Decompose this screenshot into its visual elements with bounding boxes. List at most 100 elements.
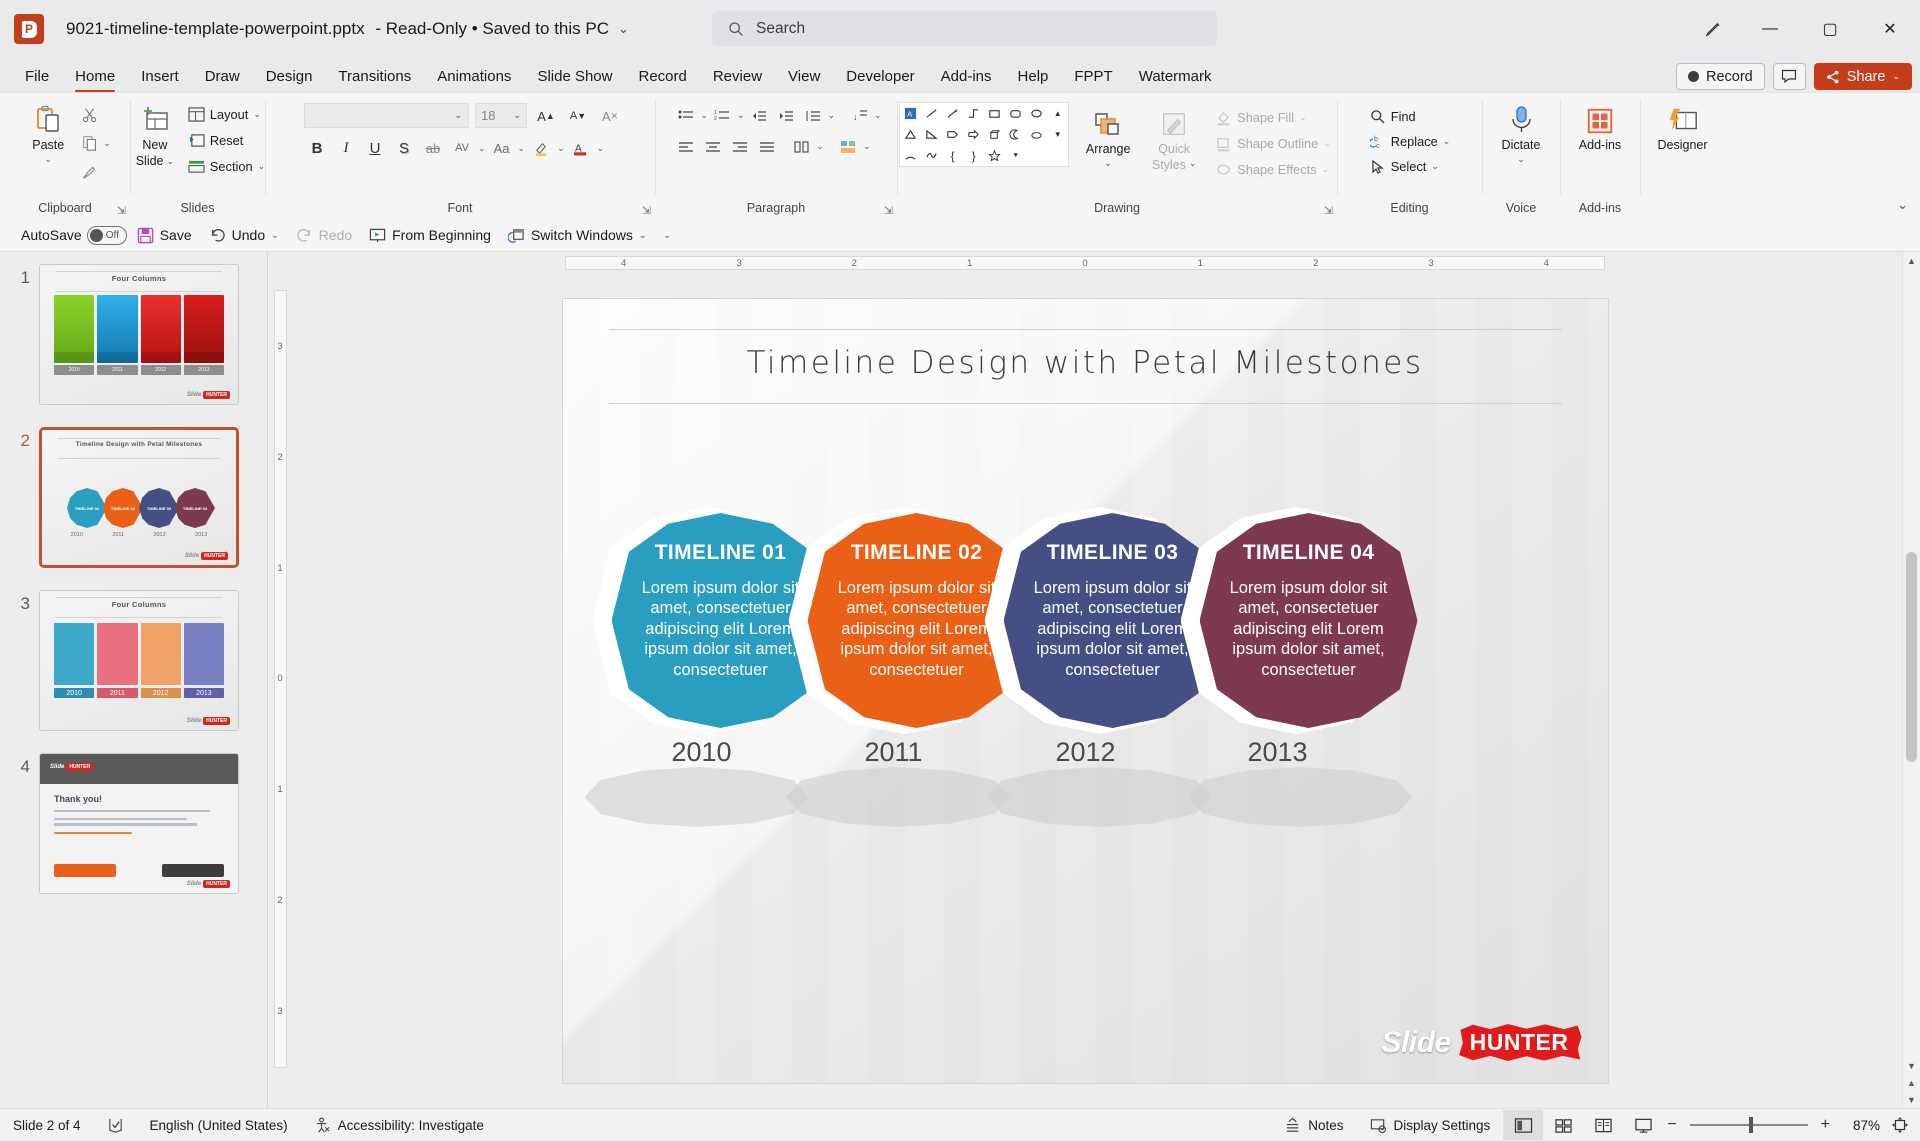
view-slide-sorter-button[interactable] [1543,1110,1583,1140]
zoom-percent-label[interactable]: 87% [1834,1118,1880,1133]
language-button[interactable]: English (United States) [137,1118,301,1133]
quick-styles-button[interactable]: Quick Styles ⌄ [1145,102,1203,173]
search-input[interactable]: Search [712,11,1217,46]
drawing-dialog-launcher[interactable]: ⇲ [1324,204,1333,217]
thumbnail-slide-1[interactable]: 1 Four Columns 2010 2011 2012 2013 Slide… [0,264,268,405]
switch-windows-button[interactable]: Switch Windows ⌄ [501,223,653,248]
shape-effects-button[interactable]: Shape Effects ⌄ [1211,157,1335,182]
numbering-button[interactable]: 12 [710,103,735,128]
font-color-chevron-down-icon[interactable]: ⌄ [597,143,605,154]
timeline-milestone-4[interactable]: TIMELINE 04 Lorem ipsum dolor sit amet, … [1180,507,1418,734]
previous-slide-button[interactable]: ▲ [1903,1074,1920,1091]
paragraph-dialog-launcher[interactable]: ⇲ [884,204,893,217]
accessibility-button[interactable]: Accessibility: Investigate [301,1117,497,1134]
shape-pentagon-arrow-icon[interactable] [942,124,963,145]
line-spacing-button[interactable] [801,103,826,128]
scroll-down-arrow-icon[interactable]: ▼ [1903,1057,1920,1074]
shape-right-triangle-icon[interactable] [921,124,942,145]
minimize-button[interactable]: — [1740,0,1800,58]
bullets-button[interactable] [673,103,698,128]
increase-indent-button[interactable] [774,103,799,128]
increase-font-size-button[interactable]: A ▲ [533,103,559,129]
font-size-input[interactable]: 18 ⌄ [475,103,527,128]
undo-chevron-down-icon[interactable]: ⌄ [271,230,279,241]
close-button[interactable]: ✕ [1860,0,1920,58]
addins-button[interactable]: Add-ins [1571,98,1629,152]
italic-button[interactable]: I [333,135,359,161]
undo-button[interactable]: Undo ⌄ [202,223,286,248]
shape-arc-icon[interactable] [900,145,921,166]
zoom-in-button[interactable]: + [1817,1116,1834,1134]
maximize-button[interactable]: ▢ [1800,0,1860,58]
select-button[interactable]: Select ⌄ [1366,154,1443,179]
paste-chevron-down-icon[interactable]: ⌄ [44,154,52,164]
shape-curve-icon[interactable] [921,145,942,166]
shape-rounded-rect-icon[interactable] [1005,103,1026,124]
clipboard-dialog-launcher[interactable]: ⇲ [117,204,126,217]
shape-fill-button[interactable]: Shape Fill ⌄ [1211,105,1335,130]
numbering-chevron-down-icon[interactable]: ⌄ [737,110,745,121]
paste-button[interactable]: Paste ⌄ [19,98,77,165]
timeline-year-label[interactable]: 2011 [785,737,1003,768]
scrollbar-thumb[interactable] [1906,552,1917,762]
section-button[interactable]: Section ⌄ [184,154,269,179]
character-spacing-chevron-down-icon[interactable]: ⌄ [478,143,486,154]
timeline-year-label[interactable]: 2010 [593,737,811,768]
share-button[interactable]: Share ⌄ [1813,63,1912,90]
thumbnail-preview[interactable]: Four Columns 2010 2011 2012 2013 Slide H… [39,264,239,405]
slide-canvas[interactable]: Timeline Design with Petal Milestones TI… [562,299,1608,1083]
tab-watermark[interactable]: Watermark [1126,62,1225,92]
from-beginning-button[interactable]: From Beginning [362,223,498,248]
shape-gallery[interactable]: A ▲ ▼ {} ⯆ [899,102,1070,167]
shape-outline-button[interactable]: Shape Outline ⌄ [1211,131,1335,156]
tab-file[interactable]: File [12,62,62,92]
shape-elbow-icon[interactable] [963,103,984,124]
thumbnail-preview[interactable]: Timeline Design with Petal Milestones TI… [39,427,239,568]
thumbnail-slide-2[interactable]: 2 Timeline Design with Petal Milestones … [0,427,268,568]
save-button[interactable]: Save [130,223,199,248]
tab-slide-show[interactable]: Slide Show [524,62,625,92]
scroll-up-arrow-icon[interactable]: ▲ [1903,252,1920,269]
font-name-input[interactable]: ⌄ [304,103,469,128]
timeline-year-label[interactable]: 2013 [1169,737,1387,768]
highlight-chevron-down-icon[interactable]: ⌄ [557,143,565,154]
shape-more-icon[interactable]: ⯆ [1005,145,1026,166]
dictate-button[interactable]: Dictate ⌄ [1492,98,1550,165]
change-case-chevron-down-icon[interactable]: ⌄ [518,143,526,154]
text-direction-button[interactable]: ↓ [847,103,872,128]
shape-block-arrow-icon[interactable] [963,124,984,145]
title-chevron-down-icon[interactable]: ⌄ [618,21,629,37]
next-slide-button[interactable]: ▼ [1903,1091,1920,1108]
convert-smartart-button[interactable] [836,134,861,159]
strikethrough-button[interactable]: ab [420,135,446,161]
tab-design[interactable]: Design [253,62,326,92]
new-slide-button[interactable]: New Slide ⌄ [126,98,184,169]
decrease-font-size-button[interactable]: A ▼ [565,103,591,129]
shape-rectangle-icon[interactable] [984,103,1005,124]
shape-scroll-up-icon[interactable]: ▲ [1047,103,1068,124]
underline-button[interactable]: U [362,135,388,161]
tab-review[interactable]: Review [700,62,775,92]
petal-shape[interactable]: TIMELINE 04 Lorem ipsum dolor sit amet, … [1199,513,1418,728]
view-slideshow-button[interactable] [1623,1110,1663,1140]
collapse-ribbon-chevron-icon[interactable]: ⌄ [1897,197,1908,213]
ink-pen-icon[interactable] [1686,0,1740,58]
zoom-out-button[interactable]: − [1663,1116,1680,1134]
text-direction-chevron-down-icon[interactable]: ⌄ [874,110,882,121]
fit-slide-to-window-button[interactable] [1880,1110,1920,1140]
tab-help[interactable]: Help [1005,62,1062,92]
shape-textbox-icon[interactable]: A [900,103,921,124]
layout-button[interactable]: Layout ⌄ [184,102,269,127]
shape-scroll-down-icon[interactable]: ▼ [1047,124,1068,145]
bullets-chevron-down-icon[interactable]: ⌄ [700,110,708,121]
clear-formatting-button[interactable]: A ✕ [597,103,623,129]
canvas-vertical-scrollbar[interactable]: ▲ ▲ ▼ ▼ [1902,252,1920,1108]
bold-button[interactable]: B [304,135,330,161]
replace-button[interactable]: bc Replace ⌄ [1366,129,1455,154]
tab-record[interactable]: Record [625,62,699,92]
align-right-button[interactable] [727,134,752,159]
shape-cloud-icon[interactable] [1026,124,1047,145]
columns-button[interactable] [789,134,814,159]
slide-title[interactable]: Timeline Design with Petal Milestones [563,345,1608,381]
columns-chevron-down-icon[interactable]: ⌄ [816,141,824,152]
